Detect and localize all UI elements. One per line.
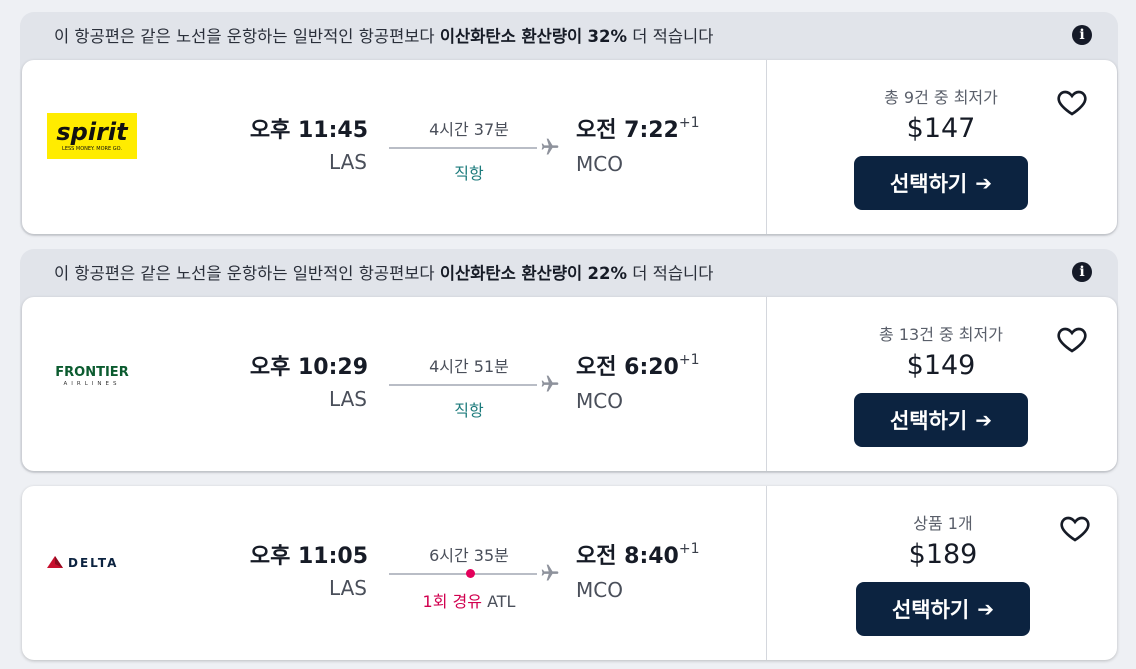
eco-prefix: 이 항공편은 같은 노선을 운항하는 일반적인 항공편보다 [54,27,435,46]
heart-icon[interactable] [1059,512,1091,544]
direct-label: 직항 [454,401,484,420]
arrival-time: 오전 7:22+1 [576,112,700,144]
select-button[interactable]: 선택하기 ➔ [854,156,1028,210]
heart-icon[interactable] [1056,86,1088,118]
stop-airport: ATL [487,592,516,611]
airplane-icon [541,138,559,155]
deal-label: 총 13건 중 최저가 [879,325,1003,344]
price: $149 [906,350,976,381]
stops-count: 1회 경유 [422,592,482,611]
flight-duration: 4시간 37분 [429,120,509,139]
route-line [389,384,537,386]
flight-card-1[interactable]: spirit LESS MONEY. MORE GO. 오후 11:45 LAS… [22,60,1117,234]
heart-icon[interactable] [1056,323,1088,355]
flight-duration: 6시간 35분 [429,546,509,565]
delta-logo-text: DELTA [68,556,118,570]
flight-card-2[interactable]: FRONTIER AIRLINES 오후 10:29 LAS 4시간 51분 직… [22,297,1117,471]
deal-label: 총 9건 중 최저가 [884,88,998,107]
frontier-logo: FRONTIER AIRLINES [44,363,140,389]
airplane-icon [541,564,559,581]
arrow-right-icon: ➔ [975,171,993,195]
price: $147 [906,113,976,144]
select-button-label: 선택하기 [889,409,968,433]
spirit-logo-text: spirit [56,118,129,146]
arrival-airport: MCO [576,152,623,176]
eco-banner: 이 항공편은 같은 노선을 운항하는 일반적인 항공편보다 이산화탄소 환산량이… [20,249,1118,295]
arrival-day-offset: +1 [678,351,700,368]
arrival-time-value: 오전 6:20 [576,355,679,380]
eco-bold: 이산화탄소 환산량이 [439,264,583,283]
eco-bold: 이산화탄소 환산량이 [439,27,583,46]
card-divider [766,297,767,471]
select-button[interactable]: 선택하기 ➔ [854,393,1028,447]
departure-airport: LAS [329,150,367,174]
departure-airport: LAS [329,576,367,600]
card-divider [766,60,767,234]
info-icon[interactable]: i [1072,25,1092,45]
flight-card-3[interactable]: DELTA 오후 11:05 LAS 6시간 35분 1회 경유 ATL 오전 … [22,486,1117,660]
spirit-logo: spirit LESS MONEY. MORE GO. [47,113,137,159]
arrival-day-offset: +1 [678,114,700,131]
departure-airport: LAS [329,387,367,411]
eco-suffix: 더 적습니다 [632,264,714,283]
eco-banner-text: 이 항공편은 같은 노선을 운항하는 일반적인 항공편보다 이산화탄소 환산량이… [54,260,1072,284]
select-button-label: 선택하기 [891,598,970,622]
eco-banner-text: 이 항공편은 같은 노선을 운항하는 일반적인 항공편보다 이산화탄소 환산량이… [54,23,1072,47]
departure-time: 오후 10:29 [249,355,368,380]
arrival-day-offset: +1 [678,540,700,557]
info-icon[interactable]: i [1072,262,1092,282]
arrow-right-icon: ➔ [975,408,993,432]
frontier-logo-tagline: AIRLINES [64,381,121,387]
arrival-time: 오전 8:40+1 [576,538,700,570]
eco-banner: 이 항공편은 같은 노선을 운항하는 일반적인 항공편보다 이산화탄소 환산량이… [20,12,1118,58]
arrival-airport: MCO [576,578,623,602]
delta-logo: DELTA [44,552,136,572]
spirit-logo-tagline: LESS MONEY. MORE GO. [62,146,122,152]
departure-time: 오후 11:45 [249,118,368,143]
arrival-time-value: 오전 8:40 [576,544,679,569]
route-line [389,573,537,575]
arrival-time-value: 오전 7:22 [576,118,679,143]
airplane-icon [541,375,559,392]
departure-time: 오후 11:05 [249,544,368,569]
arrow-right-icon: ➔ [977,597,995,621]
eco-percent: 32% [587,27,627,46]
direct-label: 직항 [454,164,484,183]
eco-suffix: 더 적습니다 [632,27,714,46]
card-divider [766,486,767,660]
select-button[interactable]: 선택하기 ➔ [856,582,1030,636]
deal-label: 상품 1개 [913,514,973,533]
arrival-time: 오전 6:20+1 [576,349,700,381]
stop-marker [466,569,475,578]
price: $189 [908,539,978,570]
eco-prefix: 이 항공편은 같은 노선을 운항하는 일반적인 항공편보다 [54,264,435,283]
route-line [389,147,537,149]
flight-duration: 4시간 51분 [429,357,509,376]
frontier-logo-text: FRONTIER [55,365,128,380]
arrival-airport: MCO [576,389,623,413]
select-button-label: 선택하기 [889,172,968,196]
eco-percent: 22% [587,264,627,283]
stops-label: 1회 경유 ATL [389,588,549,612]
